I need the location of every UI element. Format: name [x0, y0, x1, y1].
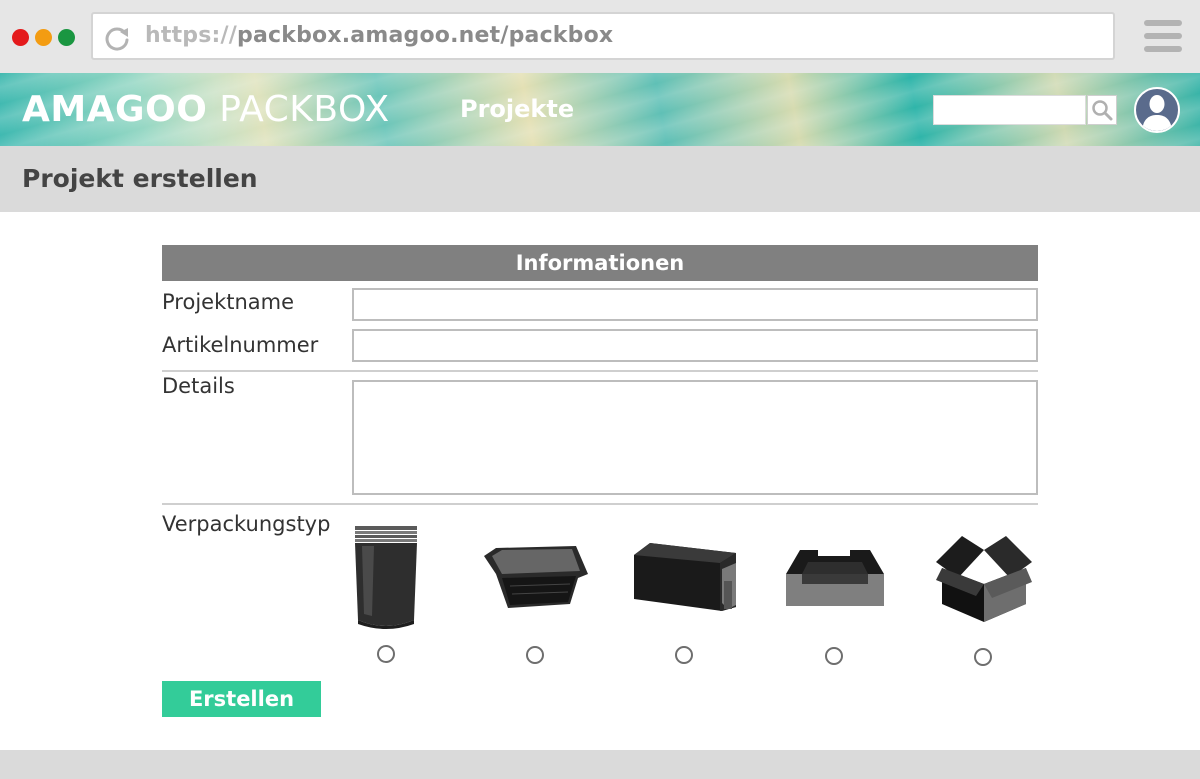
details-textarea[interactable]	[352, 380, 1038, 495]
window-maximize-dot[interactable]	[58, 29, 75, 46]
window-minimize-dot[interactable]	[35, 29, 52, 46]
divider	[162, 503, 1038, 505]
url-text[interactable]: https://packbox.amagoo.net/packbox	[145, 23, 613, 48]
radio-display-box[interactable]	[825, 647, 843, 665]
reload-icon[interactable]	[103, 24, 131, 52]
user-silhouette-icon	[1142, 95, 1172, 131]
erstellen-button[interactable]: Erstellen	[162, 681, 321, 717]
label-projektname: Projektname	[162, 290, 295, 314]
projektname-input[interactable]	[352, 288, 1038, 321]
section-header-informationen: Informationen	[162, 245, 1038, 281]
tray-icon[interactable]	[482, 544, 590, 610]
app-logo[interactable]: AMAGOO PACKBOX	[22, 89, 390, 130]
radio-pouch[interactable]	[377, 645, 395, 663]
search-icon	[1092, 100, 1113, 121]
divider	[162, 370, 1038, 372]
browser-chrome: https://packbox.amagoo.net/packbox	[0, 0, 1200, 73]
search-button[interactable]	[1087, 95, 1117, 125]
page-title-bar: Projekt erstellen	[0, 146, 1200, 212]
artikelnummer-input[interactable]	[352, 329, 1038, 362]
window-close-dot[interactable]	[12, 29, 29, 46]
radio-open-carton[interactable]	[974, 648, 992, 666]
radio-sleeve-box[interactable]	[675, 646, 693, 664]
footer-bar	[0, 750, 1200, 779]
label-verpackungstyp: Verpackungstyp	[162, 512, 331, 536]
app-header: AMAGOO PACKBOX Projekte	[0, 73, 1200, 146]
sleeve-box-icon[interactable]	[632, 541, 738, 613]
page-title: Projekt erstellen	[22, 164, 258, 193]
nav-item-projekte[interactable]: Projekte	[460, 95, 574, 123]
label-details: Details	[162, 374, 235, 398]
url-host-path: packbox.amagoo.net/packbox	[237, 23, 614, 48]
display-box-icon[interactable]	[784, 546, 886, 606]
label-artikelnummer: Artikelnummer	[162, 333, 319, 357]
address-bar[interactable]: https://packbox.amagoo.net/packbox	[91, 12, 1115, 60]
logo-bold: AMAGOO	[22, 89, 208, 130]
radio-tray[interactable]	[526, 646, 544, 664]
url-protocol: https://	[145, 23, 238, 48]
open-carton-icon[interactable]	[934, 532, 1034, 622]
pouch-icon[interactable]	[352, 524, 420, 630]
logo-light: PACKBOX	[207, 89, 390, 130]
user-avatar-icon[interactable]	[1134, 87, 1180, 133]
search-input[interactable]	[933, 95, 1086, 125]
hamburger-menu-icon[interactable]	[1144, 20, 1182, 54]
